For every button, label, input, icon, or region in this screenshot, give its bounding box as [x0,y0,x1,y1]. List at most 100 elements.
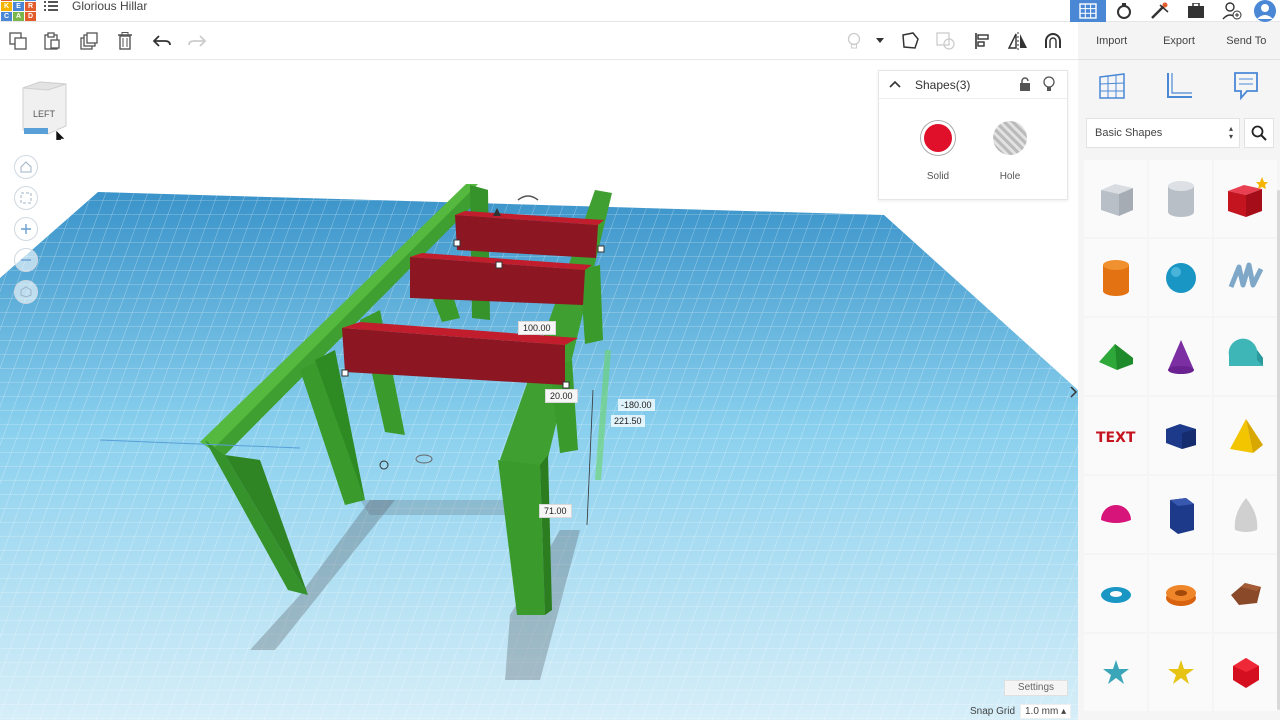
send-to-button[interactable]: Send To [1213,22,1280,59]
mirror-button[interactable] [1008,31,1028,51]
duplicate-button[interactable] [79,31,99,51]
shape-hexagonal-prism[interactable] [1149,476,1212,553]
add-user-button[interactable] [1214,0,1250,22]
tab-ruler[interactable] [1145,60,1212,112]
hole-button[interactable] [993,121,1027,155]
shape-box-hole[interactable] [1084,160,1147,237]
scribble-icon [1228,262,1263,288]
copy-button[interactable] [8,31,28,51]
circuits-button[interactable] [1106,0,1142,22]
perspective-button[interactable] [14,280,38,304]
import-button[interactable]: Import [1078,22,1145,59]
shape-half-sphere[interactable] [1084,476,1147,553]
lessons-button[interactable] [1178,0,1214,22]
shape-library-select[interactable]: Basic Shapes ▴ ▾ [1086,118,1240,148]
circuit-icon [1117,3,1131,19]
home-view-button[interactable] [14,155,38,179]
shape-tube[interactable] [1149,555,1212,632]
align-button[interactable] [973,31,993,51]
lock-button[interactable] [1019,77,1031,96]
tab-workplane[interactable] [1078,60,1145,112]
shape-cylinder[interactable] [1084,239,1147,316]
file-actions: Import Export Send To [1078,22,1280,60]
shape-search-button[interactable] [1244,118,1274,148]
snap-grid-select[interactable]: 1.0 mm ▴ [1020,704,1072,719]
align-icon [975,33,989,49]
shape-cylinder-hole[interactable] [1149,160,1212,237]
workplane-viewport[interactable]: LEFT 100.00 20.00 -180.00 221.50 71.00 S… [0,60,1078,720]
icosahedron-icon [1232,657,1259,688]
dimension-height[interactable]: 221.50 [611,415,645,427]
shape-text[interactable]: TEXT [1084,397,1147,474]
resize-handle[interactable] [453,239,461,247]
shape-cone[interactable] [1149,318,1212,395]
half-sphere-icon [1100,504,1131,523]
redo-button[interactable] [187,31,207,51]
zoom-out-button[interactable] [14,248,38,272]
rotate-handle[interactable] [517,195,539,201]
cruise-button[interactable] [1043,31,1063,51]
shape-round-roof[interactable] [1214,318,1277,395]
shape-star[interactable] [1084,634,1147,711]
shape-roof[interactable] [1084,318,1147,395]
logo-letter: D [25,12,36,21]
solid-color-button[interactable] [921,121,955,155]
polygon-icon [1165,423,1196,449]
resize-handle[interactable] [341,369,349,377]
redo-icon [188,35,206,47]
minus-icon [21,259,31,261]
trash-icon [118,32,132,50]
shape-grid: TEXT [1084,160,1280,711]
zoom-in-button[interactable] [14,217,38,241]
shape-torus[interactable] [1084,555,1147,632]
shape-heart[interactable] [1214,555,1277,632]
tab-notes[interactable] [1213,60,1280,112]
export-button[interactable]: Export [1145,22,1212,59]
paste-icon [44,32,60,50]
undo-button[interactable] [152,31,172,51]
solid-label: Solid [926,171,950,182]
dimension-width[interactable]: 100.00 [518,321,556,335]
3d-design-button[interactable] [1070,0,1106,22]
light-dropdown[interactable] [872,31,888,51]
visibility-button[interactable] [1043,76,1055,97]
group-icon [936,32,955,50]
sphere-icon [1165,262,1196,293]
shape-icosahedron[interactable] [1214,634,1277,711]
shape-sphere[interactable] [1149,239,1212,316]
shape-box[interactable] [1214,160,1277,237]
shape-paraboloid[interactable] [1214,476,1277,553]
chevron-right-icon [1070,386,1078,398]
design-title[interactable]: Glorious Hillar [72,0,147,13]
avatar[interactable] [1250,0,1280,22]
panel-collapse-button[interactable] [1070,385,1078,401]
dimension-length[interactable]: 71.00 [539,504,572,518]
resize-handle[interactable] [562,381,570,389]
collapse-inspector-button[interactable] [889,77,901,91]
note-button[interactable] [900,31,920,51]
resize-handle[interactable] [495,261,503,269]
resize-handle[interactable] [597,245,605,253]
shape-scribble[interactable] [1214,239,1277,316]
dimension-elevation[interactable]: -180.00 [618,399,655,411]
light-button[interactable] [844,31,864,51]
design-list-icon[interactable] [44,0,58,12]
delete-button[interactable] [115,31,135,51]
comment-icon [1234,72,1259,101]
shape-star-gold[interactable] [1149,634,1212,711]
dimension-depth[interactable]: 20.00 [545,389,578,403]
box-hole-icon [1100,183,1133,216]
group-button[interactable] [936,31,956,51]
plus-icon [21,224,31,234]
shape-polygon[interactable] [1149,397,1212,474]
workplane-grid-icon [1098,73,1125,99]
avatar-icon [1254,0,1276,22]
codeblocks-button[interactable] [1142,0,1178,22]
paste-button[interactable] [42,31,62,51]
fit-view-button[interactable] [14,186,38,210]
fit-icon [20,192,32,204]
lightbulb-icon [847,32,861,49]
tinkercad-logo[interactable]: T I N K E R C A D [0,0,36,21]
settings-button[interactable]: Settings [1004,680,1068,696]
shape-pyramid[interactable] [1214,397,1277,474]
